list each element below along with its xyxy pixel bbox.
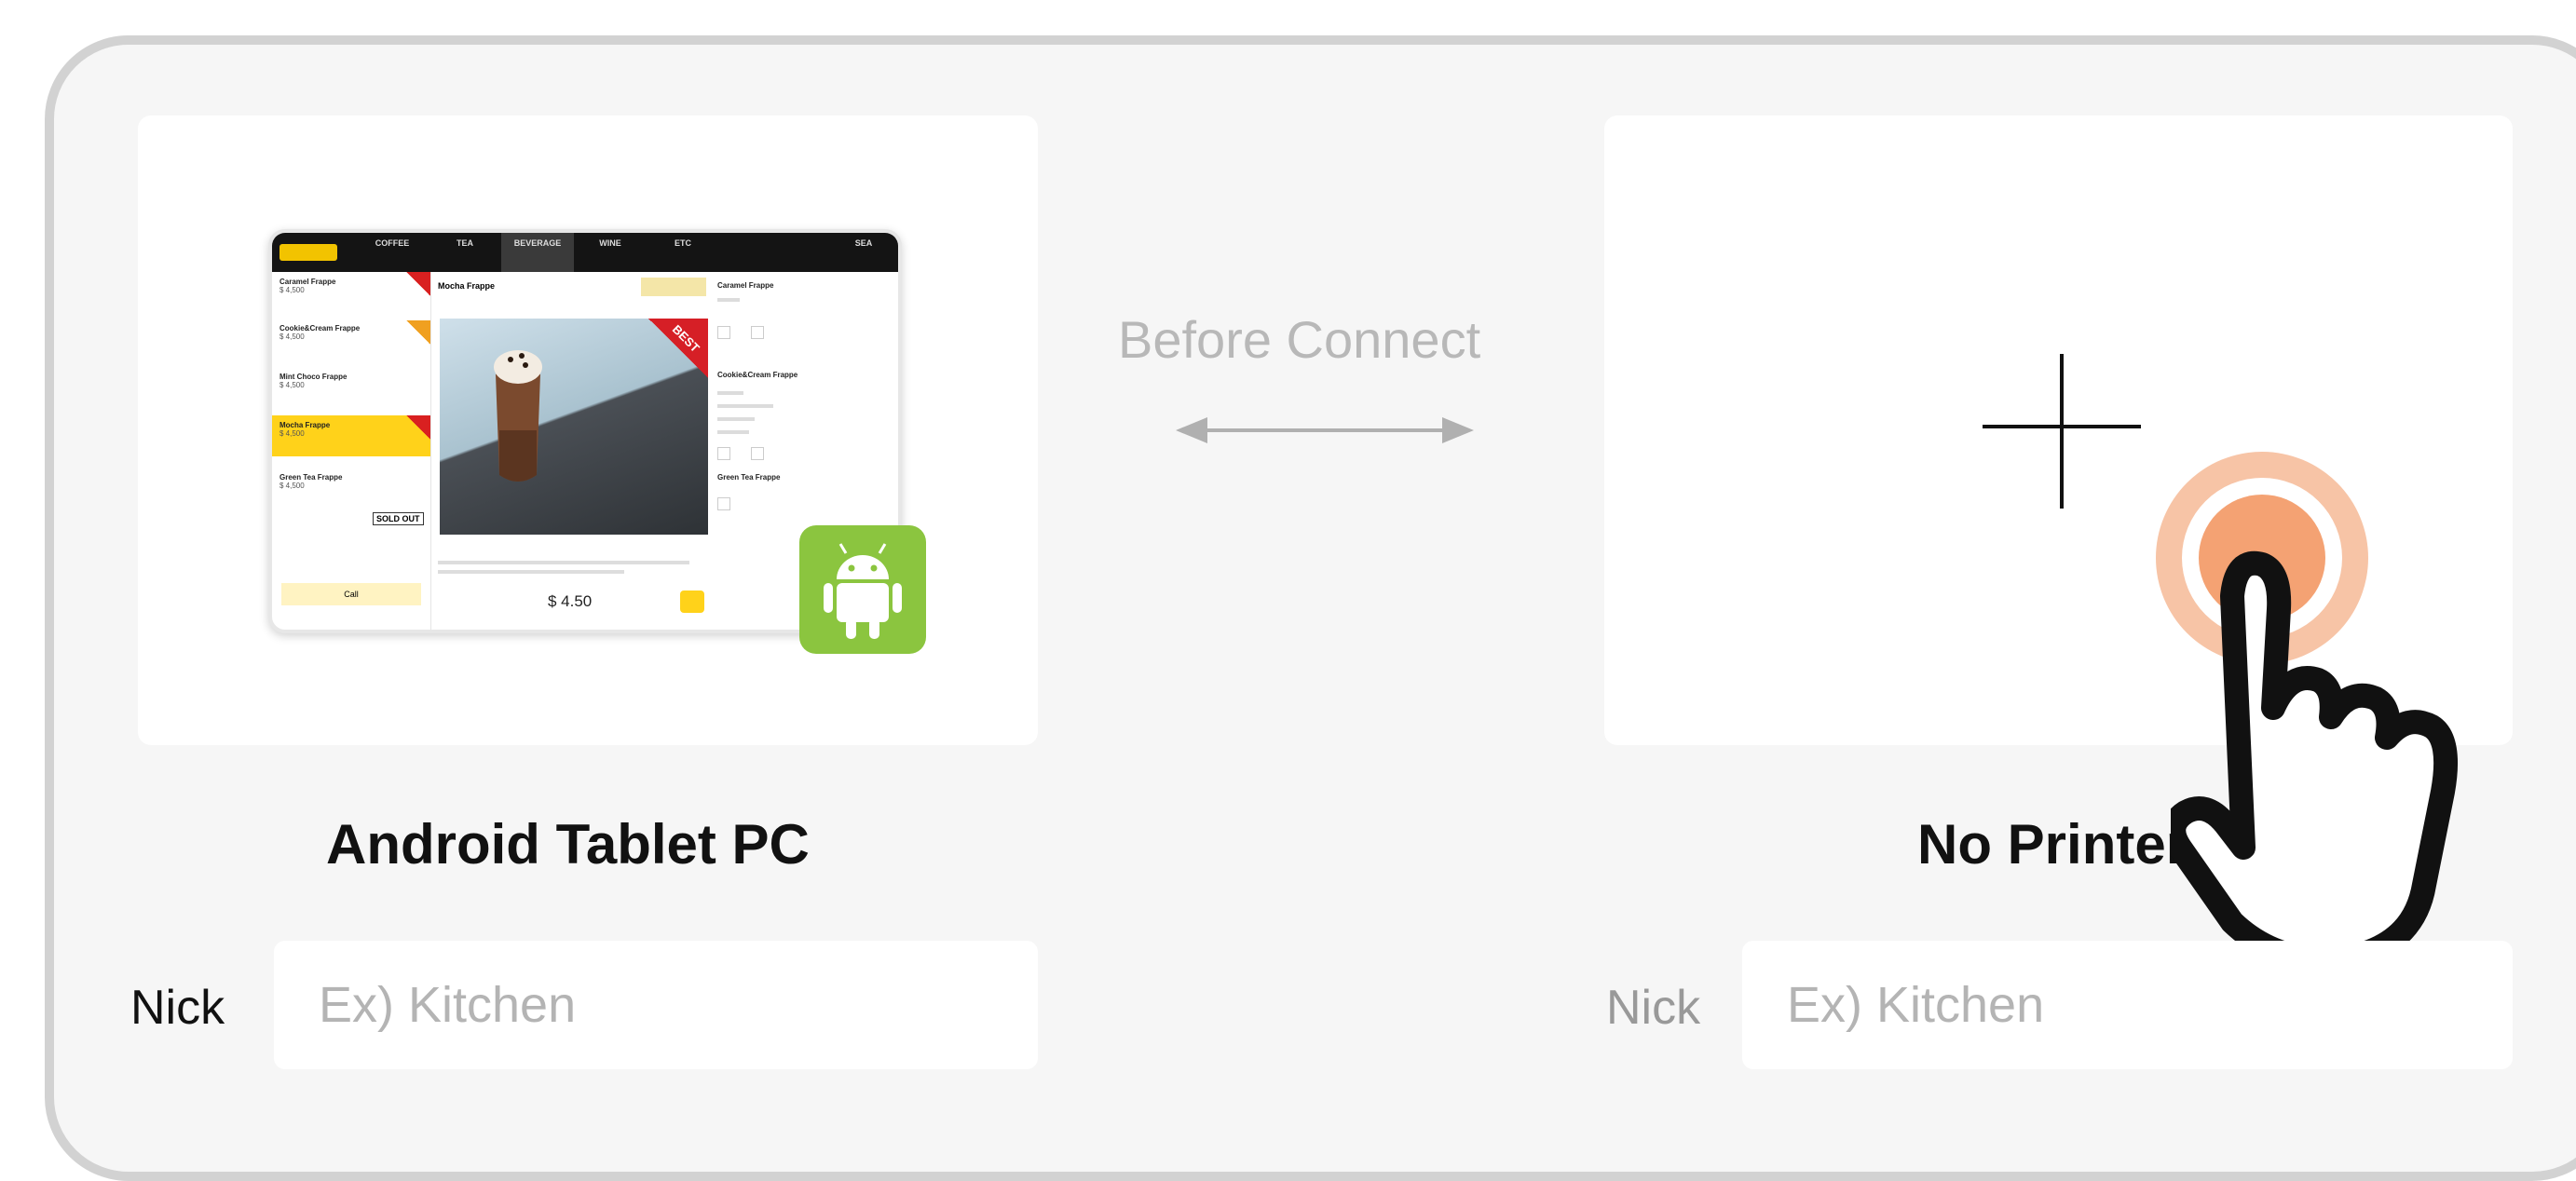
tablet-description-line bbox=[438, 570, 624, 574]
tablet-menu-item-name: Green Tea Frappe bbox=[279, 473, 343, 482]
tablet-logo bbox=[279, 244, 337, 261]
printer-nick-input[interactable] bbox=[1742, 941, 2513, 1069]
cart-line bbox=[717, 430, 749, 434]
tablet-topbar: COFFEE TEA BEVERAGE WINE ETC SEA bbox=[272, 233, 898, 272]
tablet-tab: TEA bbox=[457, 238, 473, 248]
android-tablet-title: Android Tablet PC bbox=[326, 813, 810, 876]
cart-line bbox=[717, 391, 743, 395]
cart-item-name: Cookie&Cream Frappe bbox=[717, 371, 798, 379]
tablet-menu-item: Caramel Frappe $ 4,500 bbox=[279, 278, 421, 319]
tablet-detail-title: Mocha Frappe bbox=[438, 281, 496, 291]
hot-ribbon bbox=[406, 320, 430, 345]
tablet-description-line bbox=[438, 561, 689, 564]
hand-pointer-icon bbox=[2171, 550, 2459, 969]
cart-qty-stepper bbox=[717, 497, 866, 510]
cart-item-name: Green Tea Frappe bbox=[717, 473, 781, 482]
new-ribbon bbox=[406, 415, 430, 440]
tablet-detail: Mocha Frappe BEST $ 4.50 bbox=[438, 278, 708, 626]
drink-photo: BEST bbox=[440, 319, 708, 535]
new-ribbon bbox=[406, 272, 430, 296]
tablet-nick-input[interactable] bbox=[274, 941, 1038, 1069]
cart-item-name: Caramel Frappe bbox=[717, 281, 774, 290]
tablet-menu-list: Caramel Frappe $ 4,500 Cookie&Cream Frap… bbox=[272, 272, 431, 630]
no-printer-title: No Printer bbox=[1917, 813, 2188, 876]
sold-out-tag: SOLD OUT bbox=[373, 512, 424, 525]
tablet-price: $ 4.50 bbox=[548, 592, 593, 610]
tablet-menu-item-price: $ 4,500 bbox=[279, 333, 305, 341]
cart-qty-stepper bbox=[717, 447, 866, 460]
tablet-tab: WINE bbox=[599, 238, 621, 248]
tablet-detail-button bbox=[641, 278, 706, 296]
tablet-menu-item: Cookie&Cream Frappe $ 4,500 bbox=[279, 324, 421, 365]
double-arrow-icon bbox=[1176, 417, 1474, 443]
cart-qty-stepper bbox=[717, 326, 866, 339]
tablet-call-button: Call bbox=[281, 583, 421, 605]
cart-line bbox=[717, 298, 740, 302]
tablet-tab: BEVERAGE bbox=[501, 233, 574, 272]
tablet-menu-item-name: Mocha Frappe bbox=[279, 421, 331, 429]
nick-label: Nick bbox=[1606, 981, 1701, 1035]
tablet-menu-item-name: Mint Choco Frappe bbox=[279, 373, 348, 381]
tablet-menu-item-price: $ 4,500 bbox=[279, 286, 305, 294]
tablet-tab: SEA bbox=[854, 238, 873, 248]
tablet-menu-item-name: Caramel Frappe bbox=[279, 278, 336, 286]
nick-label: Nick bbox=[130, 981, 225, 1035]
tablet-menu-item: Green Tea Frappe $ 4,500 bbox=[279, 473, 421, 514]
tablet-menu-item-price: $ 4,500 bbox=[279, 381, 305, 389]
cart-icon bbox=[680, 590, 704, 613]
best-badge: BEST bbox=[648, 319, 708, 378]
cart-line bbox=[717, 417, 755, 421]
tablet-menu-item-price: $ 4,500 bbox=[279, 482, 305, 490]
tablet-tab: ETC bbox=[675, 238, 691, 248]
plus-icon[interactable] bbox=[1983, 354, 2141, 512]
tablet-menu-item: Mint Choco Frappe $ 4,500 bbox=[279, 373, 421, 414]
android-icon bbox=[799, 525, 926, 654]
cart-line bbox=[717, 404, 773, 408]
tablet-tab: COFFEE bbox=[375, 238, 410, 248]
connection-status: Before Connect bbox=[1118, 310, 1481, 369]
tablet-menu-item-name: Cookie&Cream Frappe bbox=[279, 324, 361, 333]
